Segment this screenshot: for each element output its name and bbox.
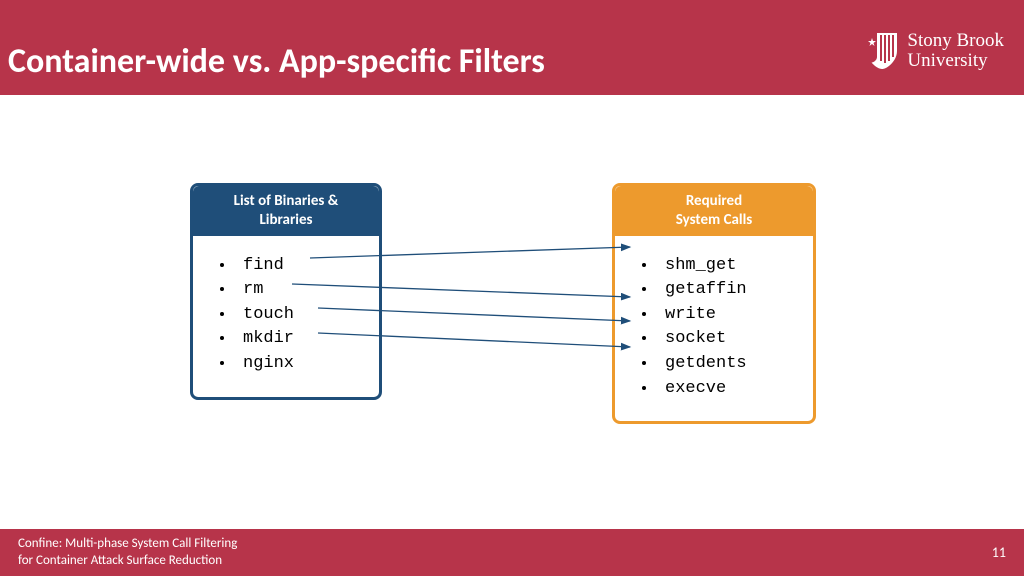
page-number: 11: [992, 544, 1006, 561]
slide-title: Container-wide vs. App-specific Filters: [8, 41, 545, 82]
syscalls-box-header: Required System Calls: [615, 186, 813, 236]
binaries-box: List of Binaries & Libraries find rm tou…: [190, 183, 382, 400]
university-name: Stony Brook University: [907, 31, 1004, 71]
list-item: getdents: [657, 352, 797, 377]
list-item: getaffin: [657, 278, 797, 303]
list-item: shm_get: [657, 254, 797, 279]
syscalls-box-body: shm_get getaffin write socket getdents e…: [615, 236, 813, 422]
syscalls-box: Required System Calls shm_get getaffin w…: [612, 183, 816, 424]
binaries-box-header: List of Binaries & Libraries: [193, 186, 379, 236]
list-item: nginx: [235, 352, 363, 377]
list-item: mkdir: [235, 327, 363, 352]
list-item: touch: [235, 303, 363, 328]
shield-icon: [865, 31, 899, 71]
footer-caption: Confine: Multi-phase System Call Filteri…: [18, 536, 237, 570]
slide-header: Container-wide vs. App-specific Filters …: [0, 0, 1024, 95]
university-logo: Stony Brook University: [865, 31, 1004, 71]
list-item: write: [657, 303, 797, 328]
slide-content: List of Binaries & Libraries find rm tou…: [0, 95, 1024, 529]
mapping-arrows: [0, 95, 1024, 529]
list-item: find: [235, 254, 363, 279]
list-item: socket: [657, 327, 797, 352]
list-item: rm: [235, 278, 363, 303]
binaries-box-body: find rm touch mkdir nginx: [193, 236, 379, 397]
slide-footer: Confine: Multi-phase System Call Filteri…: [0, 529, 1024, 576]
list-item: execve: [657, 377, 797, 402]
